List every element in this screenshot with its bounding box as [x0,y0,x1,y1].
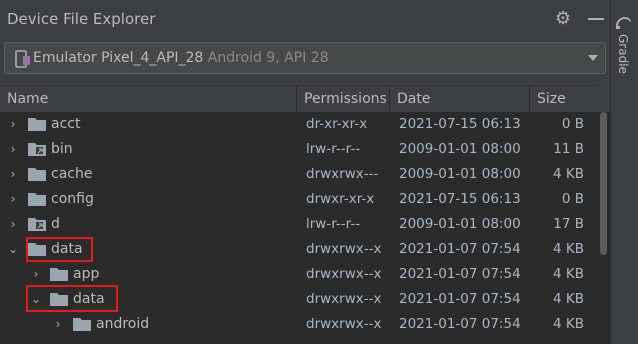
folder-link-icon [28,143,46,156]
folder-icon [28,193,46,206]
minimize-icon[interactable] [588,18,604,20]
folder-link-icon [28,218,46,231]
file-date: 2021-07-15 06:13 [399,191,521,207]
table-row[interactable]: › acct dr-xr-xr-x 2021-07-15 06:13 0 B [0,112,597,137]
file-permissions: drwxrwx--x [306,291,382,307]
file-permissions: drwxr-xr-x [306,191,375,207]
table-row[interactable]: › cache drwxrwx--- 2009-01-01 08:00 4 KB [0,162,597,187]
highlight-box [26,237,93,262]
file-date: 2009-01-01 08:00 [399,141,521,157]
highlight-box [26,285,118,312]
device-name: Emulator Pixel_4_API_28 Android 9, API 2… [33,50,329,66]
file-name: bin [51,141,73,157]
file-name: config [51,191,94,207]
folder-icon [28,118,46,131]
table-row[interactable]: › config drwxr-xr-x 2021-07-15 06:13 0 B [0,187,597,212]
folder-icon [73,318,91,331]
device-phone-icon [15,50,30,68]
file-size: 4 KB [553,291,584,307]
file-permissions: drwxrwx--- [306,166,379,182]
chevron-down-icon[interactable] [588,55,598,61]
file-permissions: drwxrwx--x [306,266,382,282]
device-detail: Android 9, API 28 [207,50,329,66]
file-size: 4 KB [553,241,584,257]
file-name: acct [51,116,81,132]
file-date: 2021-01-07 07:54 [399,316,521,332]
panel-title-bar: Device File Explorer ⚙ [0,0,610,38]
file-tree: › acct dr-xr-xr-x 2021-07-15 06:13 0 B ›… [0,112,597,344]
scrollbar-thumb[interactable] [600,112,607,255]
file-size: 4 KB [553,166,584,182]
file-permissions: lrw-r--r-- [306,141,361,157]
file-date: 2021-01-07 07:54 [399,291,521,307]
chevron-right-icon[interactable]: › [7,218,19,230]
file-size: 11 B [553,141,584,157]
file-permissions: dr-xr-xr-x [306,116,368,132]
file-date: 2021-01-07 07:54 [399,266,521,282]
folder-icon [28,168,46,181]
chevron-down-icon[interactable]: ⌄ [7,243,19,255]
file-permissions: drwxrwx--x [306,316,382,332]
column-header-permissions[interactable]: Permissions [297,86,390,112]
table-row[interactable]: › bin lrw-r--r-- 2009-01-01 08:00 11 B [0,137,597,162]
file-size: 4 KB [553,316,584,332]
file-permissions: lrw-r--r-- [306,216,361,232]
file-date: 2009-01-01 08:00 [399,216,521,232]
column-header-date[interactable]: Date [390,86,530,112]
column-header-size[interactable]: Size [530,86,597,112]
file-size: 0 B [561,191,584,207]
chevron-right-icon[interactable]: › [7,118,19,130]
column-header-name[interactable]: Name [0,86,297,112]
gradle-tab[interactable]: Gradle [614,34,634,94]
device-selector[interactable]: Emulator Pixel_4_API_28 Android 9, API 2… [4,42,606,74]
gear-icon[interactable]: ⚙ [553,9,573,29]
panel-title: Device File Explorer [7,10,156,28]
table-row[interactable]: ⌄ data drwxrwx--x 2021-01-07 07:54 4 KB [0,237,597,262]
file-name: app [73,266,100,282]
device-file-explorer-panel: Device File Explorer ⚙ Emulator Pixel_4_… [0,0,610,344]
file-date: 2009-01-01 08:00 [399,166,521,182]
file-name: cache [51,166,93,182]
folder-icon [50,268,68,281]
chevron-right-icon[interactable]: › [7,143,19,155]
file-date: 2021-01-07 07:54 [399,241,521,257]
file-size: 4 KB [553,266,584,282]
file-size: 17 B [553,216,584,232]
file-permissions: drwxrwx--x [306,241,382,257]
gradle-tab-label: Gradle [616,34,630,74]
table-row[interactable]: › android drwxrwx--x 2021-01-07 07:54 4 … [0,312,597,337]
chevron-right-icon[interactable]: › [7,193,19,205]
file-date: 2021-07-15 06:13 [399,116,521,132]
gradle-icon[interactable] [614,14,634,30]
table-header: Name Permissions Date Size [0,85,597,113]
chevron-right-icon[interactable]: › [7,168,19,180]
file-name: d [51,216,60,232]
table-row[interactable]: › d lrw-r--r-- 2009-01-01 08:00 17 B [0,212,597,237]
table-row[interactable]: ⌄ data drwxrwx--x 2021-01-07 07:54 4 KB [0,285,597,312]
chevron-right-icon[interactable]: › [30,268,42,280]
file-name: android [96,316,150,332]
file-size: 0 B [561,116,584,132]
chevron-right-icon[interactable]: › [52,318,64,330]
table-row[interactable]: › app drwxrwx--x 2021-01-07 07:54 4 KB [0,262,597,287]
